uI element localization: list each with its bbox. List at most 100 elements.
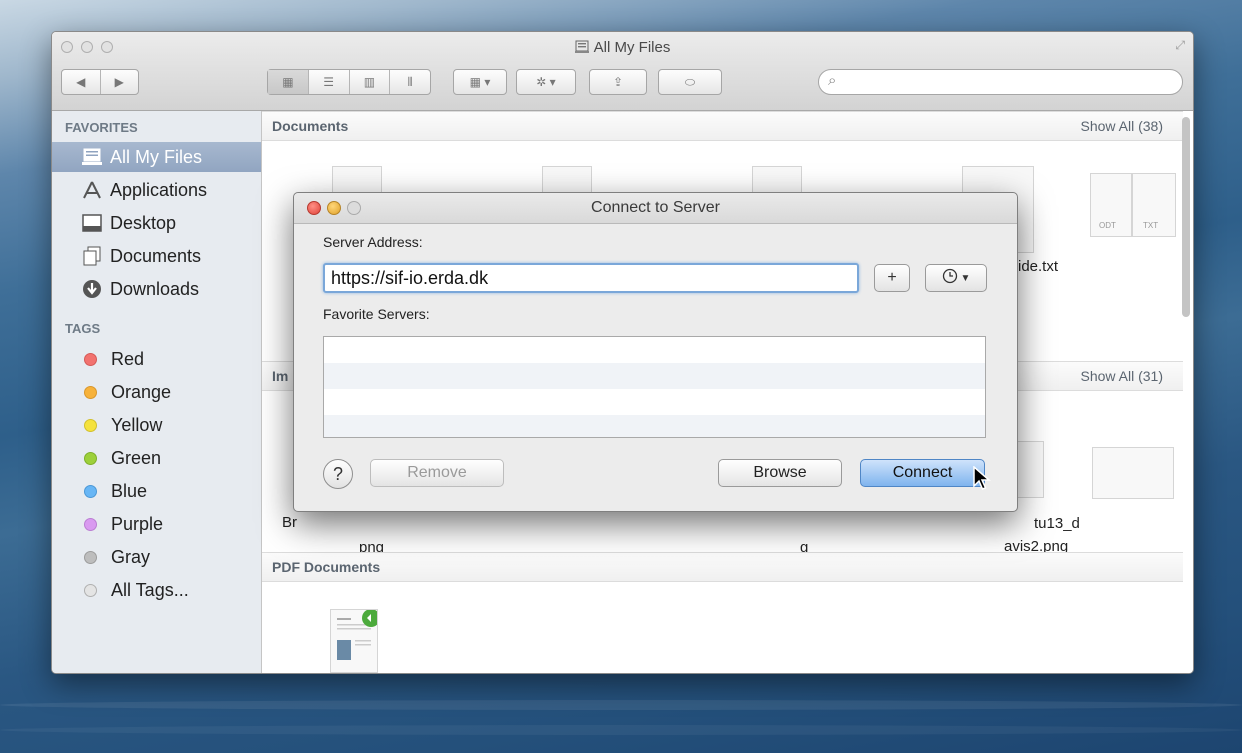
finder-titlebar: All My Files ⤢ ◀ ▶ ▦ ☰ ▥ ⫴ ▦ ▾ ✲ ▾ ⇪ ⬭ ⌕ [52, 32, 1193, 111]
dialog-title: Connect to Server [591, 199, 720, 216]
window-title: All My Files [52, 39, 1193, 56]
sidebar-tag-yellow[interactable]: Yellow [52, 410, 261, 440]
sidebar-item-documents[interactable]: Documents [52, 241, 261, 271]
column-view-button[interactable]: ▥ [350, 70, 391, 94]
tag-label: All Tags... [111, 579, 189, 600]
sidebar-item-label: Documents [110, 245, 202, 266]
file-thumbnail[interactable]: ODT [1090, 173, 1132, 237]
tag-label: Gray [111, 546, 151, 567]
coverflow-view-button[interactable]: ⫴ [390, 70, 430, 94]
coverflow-icon: ⫴ [407, 74, 413, 89]
sidebar-item-label: Applications [110, 179, 208, 200]
browse-button[interactable]: Browse [718, 459, 842, 487]
file-thumbnail[interactable] [1092, 447, 1174, 499]
list-item[interactable] [324, 363, 985, 389]
share-button[interactable]: ⇪ [589, 69, 647, 95]
desktop-wave [0, 725, 1242, 735]
back-forward-control: ◀ ▶ [61, 69, 139, 95]
tag-label: Green [111, 447, 162, 468]
tag-color-dot [84, 484, 97, 498]
forward-button[interactable]: ▶ [101, 70, 139, 94]
tag-label: Yellow [111, 414, 163, 435]
sidebar-tag-red[interactable]: Red [52, 344, 261, 374]
vertical-scrollbar[interactable] [1182, 117, 1190, 317]
applications-icon [82, 180, 102, 200]
search-field[interactable]: ⌕ [818, 69, 1183, 95]
file-thumbnail[interactable]: TXT [1132, 173, 1176, 237]
sidebar-item-label: All My Files [110, 146, 203, 167]
tag-label: Red [111, 348, 145, 369]
recent-servers-button[interactable]: ▼ [925, 264, 987, 292]
list-item[interactable] [324, 389, 985, 415]
fullscreen-icon[interactable]: ⤢ [1175, 38, 1185, 53]
gear-icon: ✲ ▾ [536, 75, 556, 89]
downloads-icon [82, 279, 102, 299]
favorite-servers-label: Favorite Servers: [323, 306, 430, 322]
file-type-badge: ODT [1099, 221, 1116, 230]
tags-header: TAGS [65, 321, 101, 336]
favorite-servers-list[interactable] [323, 336, 986, 438]
help-button[interactable]: ? [323, 459, 353, 489]
button-label: Remove [407, 464, 467, 481]
arrange-button[interactable]: ▦ ▾ [453, 69, 507, 95]
show-all-link[interactable]: Show All (31) [1081, 368, 1163, 384]
file-name[interactable]: tu13_d [1034, 515, 1080, 532]
button-label: Connect [892, 464, 953, 481]
list-view-button[interactable]: ☰ [309, 70, 350, 94]
sidebar-tag-orange[interactable]: Orange [52, 377, 261, 407]
back-arrow-icon: ◀ [76, 75, 86, 89]
sidebar-tag-blue[interactable]: Blue [52, 476, 261, 506]
add-favorite-button[interactable]: + [874, 264, 910, 292]
plus-icon: + [887, 269, 897, 286]
help-icon: ? [332, 463, 343, 484]
tag-color-dot [84, 517, 97, 531]
search-icon: ⌕ [828, 72, 837, 89]
sidebar-item-all-my-files[interactable]: All My Files [52, 142, 261, 172]
list-item[interactable] [324, 415, 985, 437]
documents-section-header: Documents Show All (38) [262, 111, 1183, 141]
sidebar-item-label: Desktop [110, 212, 177, 233]
desktop-wave [0, 700, 1242, 710]
show-all-link[interactable]: Show All (38) [1081, 118, 1163, 134]
action-button[interactable]: ✲ ▾ [516, 69, 576, 95]
connect-button[interactable]: Connect [860, 459, 985, 487]
share-icon: ⇪ [612, 75, 624, 89]
remove-button[interactable]: Remove [370, 459, 504, 487]
server-address-input[interactable] [323, 263, 859, 293]
documents-icon [82, 246, 102, 266]
sidebar-tag-purple[interactable]: Purple [52, 509, 261, 539]
view-mode-control: ▦ ☰ ▥ ⫴ [267, 69, 431, 95]
dialog-titlebar: Connect to Server [294, 193, 1017, 224]
tag-color-dot [84, 583, 97, 597]
tag-color-dot [84, 352, 97, 366]
section-title: PDF Documents [272, 559, 381, 575]
icon-grid-icon: ▦ [282, 75, 294, 89]
sidebar-tag-green[interactable]: Green [52, 443, 261, 473]
pdf-thumbnail[interactable] [330, 609, 380, 673]
clock-icon [942, 268, 958, 289]
file-name[interactable]: ide.txt [1018, 258, 1058, 275]
pdf-section-header: PDF Documents [262, 552, 1183, 582]
server-address-label: Server Address: [323, 234, 423, 250]
tags-button[interactable]: ⬭ [658, 69, 722, 95]
icon-view-button[interactable]: ▦ [268, 70, 309, 94]
sidebar: FAVORITES All My Files Applications Desk… [52, 111, 262, 673]
file-thumbnail[interactable] [1014, 441, 1044, 498]
section-title: Im [272, 368, 289, 384]
back-button[interactable]: ◀ [62, 70, 101, 94]
file-name[interactable]: Br [282, 514, 297, 531]
sidebar-item-desktop[interactable]: Desktop [52, 208, 261, 238]
tag-color-dot [84, 385, 97, 399]
window-title-text: All My Files [593, 39, 671, 56]
columns-icon: ▥ [363, 75, 376, 89]
sidebar-item-downloads[interactable]: Downloads [52, 274, 261, 304]
sidebar-tag-gray[interactable]: Gray [52, 542, 261, 572]
file-type-badge: TXT [1143, 221, 1159, 230]
pdf-preview-icon [337, 609, 380, 660]
sidebar-all-tags[interactable]: All Tags... [52, 575, 261, 605]
section-title: Documents [272, 118, 349, 134]
favorites-header: FAVORITES [65, 120, 138, 135]
tag-color-dot [84, 550, 97, 564]
list-item[interactable] [324, 337, 985, 363]
sidebar-item-applications[interactable]: Applications [52, 175, 261, 205]
